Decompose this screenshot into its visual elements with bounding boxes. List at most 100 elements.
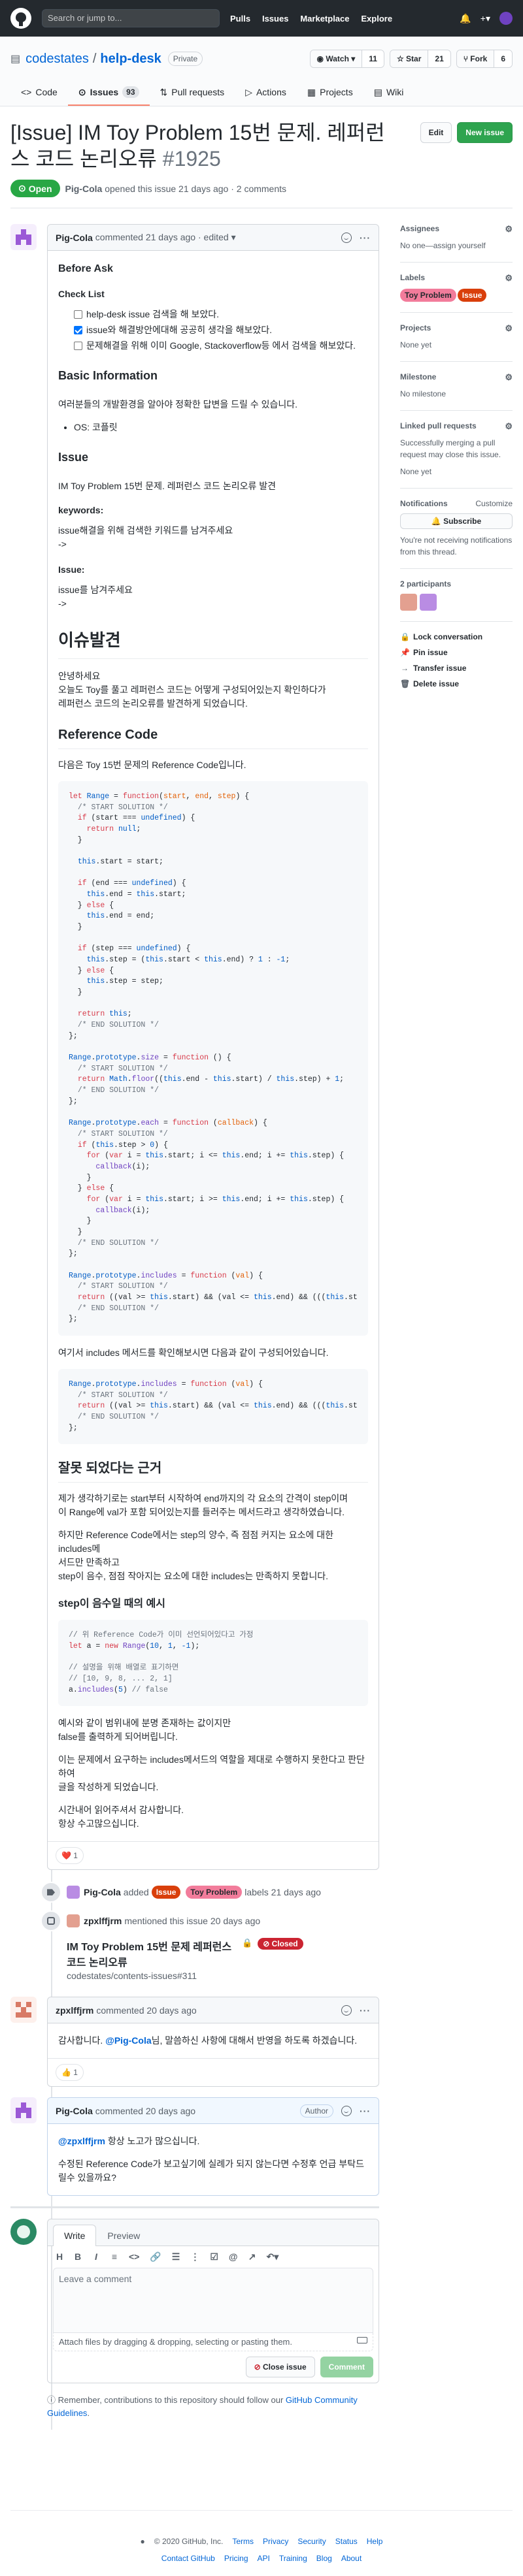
avatar[interactable] — [420, 594, 437, 611]
footer-link-privacy[interactable]: Privacy — [263, 2537, 288, 2546]
footer-link-api[interactable]: API — [258, 2554, 270, 2563]
footer-link-contact[interactable]: Contact GitHub — [161, 2554, 215, 2563]
nav-issues[interactable]: Issues — [262, 14, 288, 24]
tab-pull-requests[interactable]: ⇅ Pull requests — [150, 80, 235, 106]
nav-explore[interactable]: Explore — [361, 14, 392, 24]
add-reaction-icon[interactable] — [341, 232, 352, 243]
event-actor[interactable]: zpxlffjrm — [84, 1916, 122, 1926]
unordered-list-icon[interactable]: ☰ — [172, 2251, 180, 2262]
footer-link-about[interactable]: About — [341, 2554, 362, 2563]
search-input[interactable]: Search or jump to... — [42, 9, 220, 27]
attach-files-area[interactable]: Attach files by dragging & dropping, sel… — [53, 2333, 373, 2352]
close-issue-button[interactable]: ⊘ Close issue — [245, 2357, 315, 2378]
repo-name-link[interactable]: help-desk — [100, 52, 161, 67]
checkbox[interactable] — [74, 310, 82, 319]
subscribe-button[interactable]: 🔔 Subscribe — [400, 513, 513, 529]
label-issue[interactable]: Issue — [151, 1886, 181, 1899]
footer-link-blog[interactable]: Blog — [316, 2554, 332, 2563]
tab-actions[interactable]: ▷ Actions — [235, 80, 297, 106]
gear-icon[interactable]: ⚙ — [505, 372, 513, 383]
kebab-menu-icon[interactable]: ··· — [360, 2005, 371, 2016]
comment-author[interactable]: zpxlffjrm — [56, 2005, 93, 2016]
avatar[interactable] — [10, 2219, 37, 2246]
kebab-menu-icon[interactable]: ··· — [360, 2106, 371, 2116]
assignees-value[interactable]: No one—assign yourself — [400, 240, 513, 251]
label-toy-problem[interactable]: Toy Problem — [186, 1886, 243, 1899]
avatar[interactable] — [67, 1886, 80, 1899]
comment-textarea[interactable]: Leave a comment — [53, 2268, 373, 2334]
tab-preview[interactable]: Preview — [96, 2225, 151, 2246]
reaction-heart[interactable]: ❤️ 1 — [56, 1847, 84, 1865]
quote-icon[interactable]: ≡ — [110, 2251, 118, 2262]
tab-wiki[interactable]: ▤ Wiki — [363, 80, 414, 106]
code-icon[interactable]: <> — [129, 2251, 139, 2262]
reference-repo[interactable]: codestates/contents-issues#311 — [67, 1971, 379, 1981]
heading-icon[interactable]: H — [56, 2251, 63, 2262]
issue-author-link[interactable]: Pig-Cola — [65, 184, 103, 194]
footer-link-training[interactable]: Training — [279, 2554, 307, 2563]
gear-icon[interactable]: ⚙ — [505, 273, 513, 283]
avatar[interactable] — [10, 224, 37, 250]
nav-marketplace[interactable]: Marketplace — [300, 14, 349, 24]
reference-title-link[interactable]: IM Toy Problem 15번 문제 레퍼런스 코드 논리오류 — [67, 1938, 237, 1969]
plus-menu-icon[interactable]: +▾ — [481, 13, 490, 24]
pin-issue-link[interactable]: 📌 Pin issue — [400, 648, 513, 657]
github-mark-icon[interactable]: ● — [141, 2537, 145, 2546]
comment-author[interactable]: Pig-Cola — [56, 2106, 93, 2116]
gear-icon[interactable]: ⚙ — [505, 224, 513, 234]
italic-icon[interactable]: I — [92, 2251, 100, 2262]
tab-code[interactable]: <> Code — [10, 80, 68, 106]
tab-projects[interactable]: ▦ Projects — [297, 80, 363, 106]
reply-icon[interactable]: ↶▾ — [267, 2251, 279, 2262]
avatar[interactable] — [499, 12, 513, 25]
avatar[interactable] — [10, 2097, 37, 2124]
fork-button[interactable]: ⑂ Fork 6 — [456, 50, 513, 68]
edit-button[interactable]: Edit — [420, 122, 452, 143]
label-toy-problem[interactable]: Toy Problem — [400, 289, 456, 302]
footer-link-pricing[interactable]: Pricing — [224, 2554, 248, 2563]
add-reaction-icon[interactable] — [341, 2004, 352, 2016]
gear-icon[interactable]: ⚙ — [505, 323, 513, 334]
star-count[interactable]: 21 — [428, 50, 450, 67]
star-button[interactable]: ☆ Star 21 — [389, 50, 451, 68]
task-list-icon[interactable]: ☑ — [210, 2251, 218, 2262]
ordered-list-icon[interactable]: ⋮ — [190, 2251, 199, 2262]
footer-link-security[interactable]: Security — [297, 2537, 326, 2546]
watch-count[interactable]: 11 — [362, 50, 384, 67]
checkbox-checked[interactable] — [74, 326, 82, 334]
repo-owner-link[interactable]: codestates — [25, 52, 89, 67]
new-issue-button[interactable]: New issue — [457, 122, 513, 143]
reaction-thumbs-up[interactable]: 👍 1 — [56, 2064, 84, 2082]
delete-issue-link[interactable]: 🗑 Delete issue — [400, 679, 513, 688]
label-issue[interactable]: Issue — [457, 289, 487, 302]
avatar[interactable] — [10, 1997, 37, 2023]
cross-reference-icon[interactable]: ↗ — [248, 2251, 256, 2262]
github-logo-icon[interactable] — [10, 8, 31, 29]
avatar[interactable] — [400, 594, 417, 611]
avatar[interactable] — [67, 1914, 80, 1928]
mention-link[interactable]: @zpxlffjrm — [58, 2136, 105, 2146]
nav-pulls[interactable]: Pulls — [230, 14, 250, 24]
mention-icon[interactable]: @ — [229, 2251, 238, 2262]
footer-link-help[interactable]: Help — [367, 2537, 383, 2546]
tab-issues[interactable]: ⊙ Issues 93 — [67, 80, 150, 106]
footer-link-terms[interactable]: Terms — [232, 2537, 254, 2546]
event-actor[interactable]: Pig-Cola — [84, 1887, 121, 1897]
fork-count[interactable]: 6 — [494, 50, 512, 67]
kebab-menu-icon[interactable]: ··· — [360, 233, 371, 243]
transfer-issue-link[interactable]: → Transfer issue — [400, 664, 513, 673]
mention-link[interactable]: @Pig-Cola — [105, 2035, 151, 2046]
customize-link[interactable]: Customize — [475, 499, 513, 508]
bell-icon[interactable]: 🔔 — [460, 13, 471, 24]
comment-button[interactable]: Comment — [320, 2357, 373, 2378]
gear-icon[interactable]: ⚙ — [505, 421, 513, 432]
link-icon[interactable]: 🔗 — [150, 2251, 161, 2262]
tab-write[interactable]: Write — [53, 2225, 97, 2247]
bold-icon[interactable]: B — [74, 2251, 82, 2262]
watch-button[interactable]: ◉ Watch ▾ 11 — [309, 50, 384, 68]
checkbox[interactable] — [74, 342, 82, 350]
footer-link-status[interactable]: Status — [335, 2537, 358, 2546]
add-reaction-icon[interactable] — [341, 2105, 352, 2116]
comment-author[interactable]: Pig-Cola — [56, 233, 93, 243]
lock-conversation-link[interactable]: 🔒 Lock conversation — [400, 632, 513, 641]
